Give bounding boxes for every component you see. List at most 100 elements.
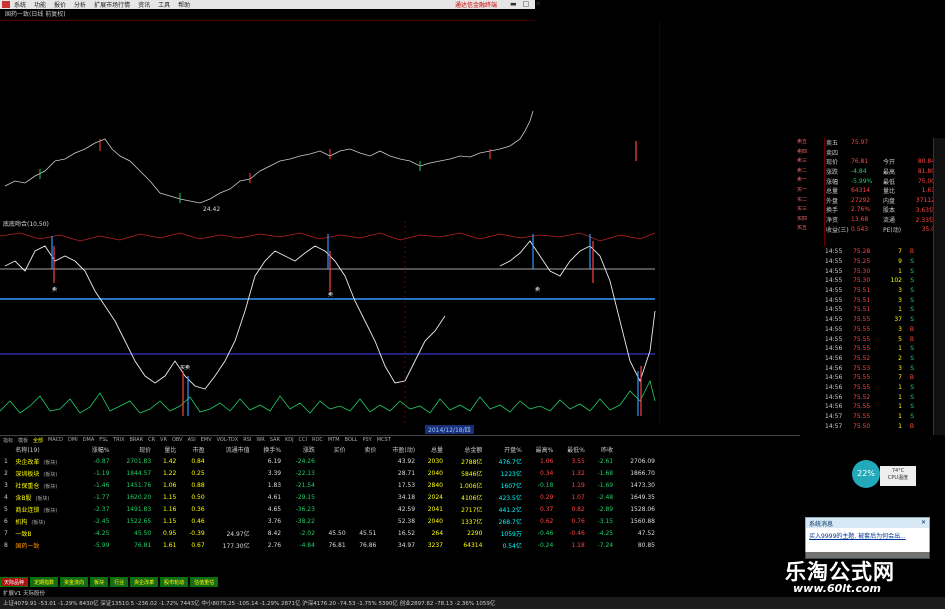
stock-name[interactable]: 国药一致 <box>13 539 80 551</box>
column-header[interactable]: 量比 <box>153 444 178 455</box>
stock-name[interactable]: 深圳板块 (板块) <box>13 467 80 479</box>
table-row[interactable]: 5 商业连锁 (板块) -2.37 1491.83 1.16 0.36 4.65 -36.23 4… <box>2 503 657 515</box>
indicator-tab[interactable]: DMI <box>68 437 78 443</box>
popup-close-icon[interactable]: ✕ <box>921 519 926 527</box>
table-row[interactable]: 3 社保重仓 (板块) -1.46 1451.76 1.06 0.88 1.83 -21.54 1… <box>2 479 657 491</box>
stock-name[interactable]: 含B股 (板块) <box>13 491 80 503</box>
table-cell: 177.30亿 <box>222 542 250 550</box>
stock-name[interactable]: 机构 (板块) <box>13 515 80 527</box>
table-row[interactable]: 7 一致B -4.25 45.50 0.95 -0.39 24.97亿 8.42 -2.02 45… <box>2 527 657 539</box>
menu-item-system[interactable]: 系统 <box>14 0 26 9</box>
bottom-tab[interactable]: 股市轮动 <box>160 577 189 587</box>
tick-v: 102 <box>890 277 902 285</box>
menu-item-function[interactable]: 功能 <box>34 0 46 9</box>
tick-row: 14:56 75.55 1 S <box>799 344 945 354</box>
stock-name[interactable]: 一致B <box>13 527 80 539</box>
column-header[interactable]: 买价 <box>317 444 348 455</box>
bottom-tab[interactable]: 天际品种 <box>0 577 29 587</box>
menu-item-tools[interactable]: 工具 <box>158 0 170 9</box>
indicator-tab[interactable]: CR <box>148 437 155 443</box>
table-row[interactable]: 1 央企改革 (板块) -0.87 2701.83 1.42 0.84 6.19 -24.26 4… <box>2 455 657 467</box>
column-header[interactable]: 涨幅% <box>80 444 111 455</box>
tick-t: 14:55 <box>825 248 843 256</box>
indicator-tab[interactable]: SAR <box>270 437 280 443</box>
bottom-tab[interactable]: 央企改革 <box>130 577 159 587</box>
bottom-tab[interactable]: 估值重估 <box>190 577 219 587</box>
indicator-tab[interactable]: ROC <box>312 437 323 443</box>
stock-name[interactable]: 央企改革 (板块) <box>13 455 80 467</box>
indicator-tab[interactable]: CCI <box>299 437 307 443</box>
stock-name[interactable]: 商业连锁 (板块) <box>13 503 80 515</box>
column-header[interactable]: 市盈(动) <box>378 444 417 455</box>
tick-s: S <box>910 296 914 304</box>
tick-p: 75.55 <box>853 325 871 333</box>
table-cell: 1.06 <box>163 481 177 489</box>
indicator-tab[interactable]: 全部 <box>33 437 43 444</box>
column-header[interactable]: 流通市值 <box>207 444 252 455</box>
menu-item-news[interactable]: 资讯 <box>138 0 150 9</box>
indicator-tab[interactable]: RSI <box>243 437 251 443</box>
quote-value-2: 2.33亿 <box>915 217 935 225</box>
market-status-bar: 上证4079.91 -53.01 -1.29% 8430亿 深证13510.5 … <box>0 597 945 609</box>
column-header[interactable]: 换手% <box>252 444 283 455</box>
column-header[interactable]: 昨收 <box>587 444 615 455</box>
indicator-tab[interactable]: 指标 <box>3 437 13 444</box>
indicator-tab[interactable]: BRAR <box>129 437 143 443</box>
column-header[interactable] <box>2 444 13 455</box>
indicator-tab[interactable]: EMV <box>201 437 212 443</box>
indicator-tab[interactable]: KDJ <box>285 437 294 443</box>
menu-item-help[interactable]: 帮助 <box>178 0 190 9</box>
column-header[interactable]: 总金额 <box>445 444 484 455</box>
table-row[interactable]: 4 含B股 (板块) -1.77 1620.20 1.15 0.50 4.61 -29.15 34… <box>2 491 657 503</box>
column-header[interactable]: 名称(19) <box>13 444 80 455</box>
indicator-tab[interactable]: WR <box>256 437 264 443</box>
table-cell: 28.71 <box>397 469 416 477</box>
bottom-tab[interactable]: 板块 <box>90 577 109 587</box>
stock-name[interactable]: 社保重仓 (板块) <box>13 479 80 491</box>
quote-label: 外盘 <box>826 197 839 205</box>
menu-item-extended-market[interactable]: 扩展市场行情 <box>94 0 130 9</box>
indicator-tab[interactable]: BOLL <box>345 437 358 443</box>
table-cell: 1.32 <box>571 469 585 477</box>
table-row[interactable]: 8 国药一致 -5.99 76.81 1.61 0.67 177.30亿 2.76 -4.84 7… <box>2 539 657 551</box>
indicator-tab[interactable]: ASI <box>188 437 196 443</box>
indicator-tab[interactable]: FSL <box>99 437 108 443</box>
column-header[interactable]: 总量 <box>417 444 445 455</box>
bottom-tab[interactable]: 定期指数 <box>30 577 59 587</box>
maximize-icon[interactable]: □ <box>523 0 530 8</box>
menu-item-analysis[interactable]: 分析 <box>74 0 86 9</box>
bottom-tab[interactable]: 行业 <box>110 577 129 587</box>
column-header[interactable]: 现价 <box>111 444 153 455</box>
promo-text[interactable]: 通达信金融终端 <box>455 0 497 9</box>
column-header[interactable]: 最高% <box>524 444 555 455</box>
column-header[interactable]: 卖价 <box>348 444 379 455</box>
row-index: 1 <box>4 457 8 465</box>
column-header[interactable]: 最低% <box>555 444 586 455</box>
scrollbar[interactable] <box>933 138 945 435</box>
bottom-tab[interactable]: 资金流向 <box>60 577 89 587</box>
indicator-tab[interactable]: MTM <box>328 437 340 443</box>
table-cell: 1.16 <box>163 505 177 513</box>
column-header[interactable]: 涨跌 <box>283 444 317 455</box>
cpu-usage-badge[interactable]: 22% <box>852 460 880 488</box>
indicator-tab[interactable]: VR <box>160 437 167 443</box>
popup-link[interactable]: 买入9999的主题, 被套后为何会出... <box>806 528 929 543</box>
table-row[interactable]: 2 深圳板块 (板块) -1.19 1844.57 1.22 0.25 3.39 -22.13 2… <box>2 467 657 479</box>
chart-area[interactable]: 24.42 底底吻合(10,50) 卖 卖 卖 买卖 <box>0 21 660 426</box>
indicator-tab[interactable]: 模板 <box>18 437 28 444</box>
indicator-tab[interactable]: OBV <box>172 437 183 443</box>
table-row[interactable]: 6 机构 (板块) -2.45 1522.65 1.15 0.46 3.76 -38.22 52.… <box>2 515 657 527</box>
indicator-tab[interactable]: PSY <box>362 437 371 443</box>
table-cell: -2.45 <box>93 517 110 525</box>
menu-item-quote[interactable]: 报价 <box>54 0 66 9</box>
indicator-tab[interactable]: VOL-TDX <box>217 437 239 443</box>
indicator-tab[interactable]: DMA <box>83 437 95 443</box>
indicator-tab[interactable]: MCST <box>377 437 391 443</box>
indicator-tab[interactable]: MACD <box>48 437 63 443</box>
minimize-icon[interactable]: ▬ <box>510 0 517 8</box>
column-header[interactable]: 市盈 <box>178 444 206 455</box>
close-icon[interactable]: ✕ <box>535 0 541 8</box>
column-header[interactable]: 开盘% <box>484 444 523 455</box>
indicator-tab[interactable]: TRIX <box>113 437 124 443</box>
kline-chart[interactable]: 24.42 底底吻合(10,50) 卖 卖 卖 买卖 <box>0 21 660 426</box>
